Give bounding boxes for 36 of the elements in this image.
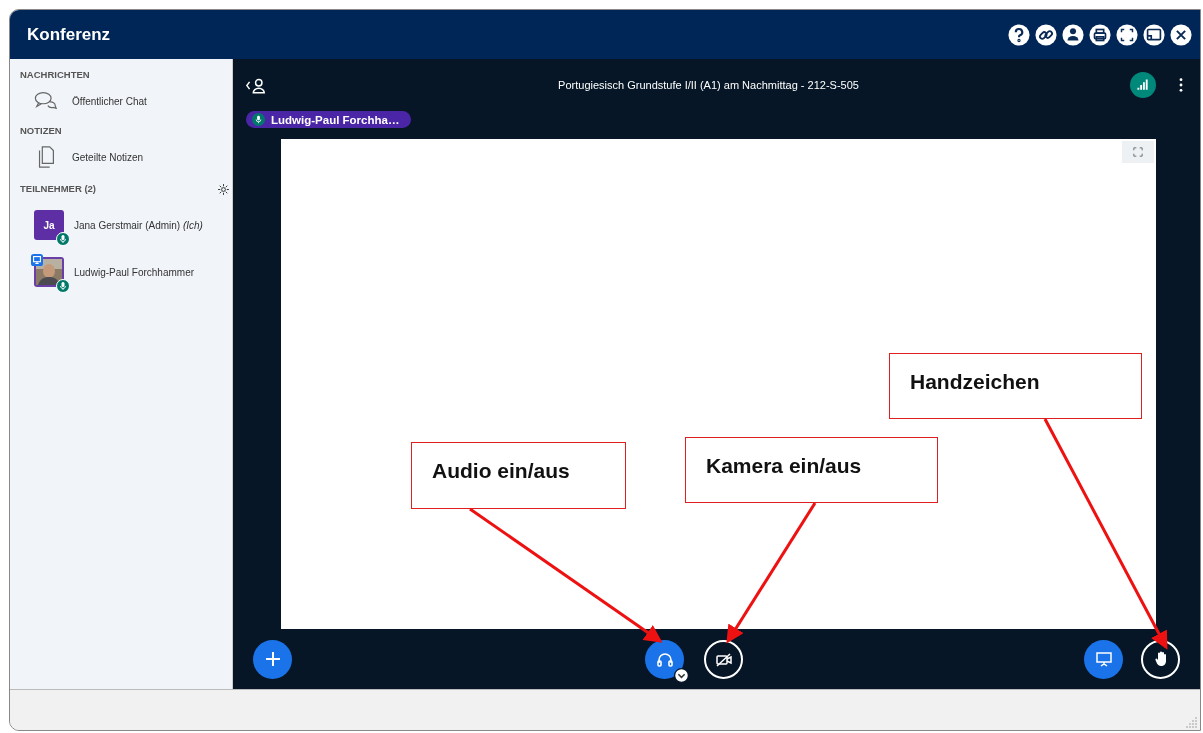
add-user-icon[interactable] <box>1062 23 1084 46</box>
window-icon[interactable] <box>1143 23 1165 46</box>
raise-hand-button[interactable] <box>1141 639 1180 679</box>
meeting-title: Portugiesisch Grundstufe I/II (A1) am Nachmittag - 212-S-505 <box>557 79 860 91</box>
help-icon[interactable] <box>1008 23 1030 46</box>
section-heading: NACHRICHTEN <box>20 69 90 80</box>
microphone-icon <box>56 232 70 246</box>
resize-grip-icon[interactable] <box>1184 714 1198 728</box>
fullscreen-icon[interactable] <box>1116 23 1138 46</box>
close-icon[interactable] <box>1170 23 1192 46</box>
callout-box: Handzeichen <box>889 353 1142 419</box>
add-button[interactable] <box>253 639 292 679</box>
audio-button[interactable] <box>645 640 684 679</box>
section-heading: TEILNEHMER (2) <box>20 183 96 194</box>
participant-name[interactable]: Ludwig-Paul Forchhammer <box>74 266 195 278</box>
caret-icon[interactable] <box>674 668 689 683</box>
sidebar-item[interactable]: Öffentlicher Chat <box>20 80 147 125</box>
speaker-name: Ludwig-Paul Forchha… <box>271 113 400 126</box>
callout-box: Kamera ein/aus <box>685 437 938 503</box>
fullscreen-icon <box>1133 147 1143 157</box>
presentation-icon <box>1093 649 1114 669</box>
participant-name[interactable]: Jana Gerstmair (Admin) (Ich) <box>74 219 203 231</box>
connection-status-icon[interactable] <box>1130 72 1156 98</box>
link-icon[interactable] <box>1035 23 1057 46</box>
microphone-icon <box>252 113 265 126</box>
user-list-icon[interactable] <box>245 76 267 94</box>
camera-button[interactable] <box>704 640 743 679</box>
callout-box: Audio ein/aus <box>411 442 626 509</box>
section-heading: NOTIZEN <box>20 125 62 136</box>
presentation-button[interactable] <box>1084 639 1123 679</box>
microphone-icon <box>56 279 70 293</box>
window-title: Konferenz <box>27 24 112 45</box>
print-icon[interactable] <box>1089 23 1111 46</box>
more-options-icon[interactable] <box>1178 77 1184 93</box>
avatar: Ja <box>34 210 64 240</box>
sidebar-item[interactable]: Geteilte Notizen <box>20 136 144 181</box>
